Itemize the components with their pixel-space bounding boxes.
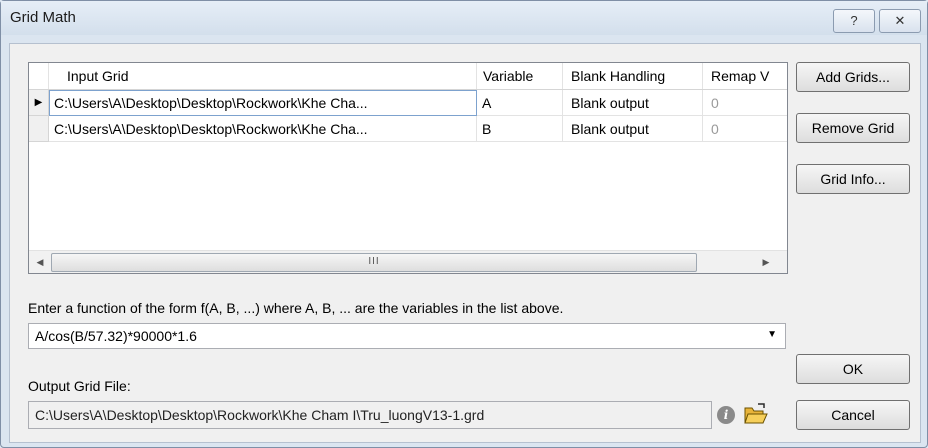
output-grid-file-label: Output Grid File: xyxy=(28,378,131,394)
output-file-field[interactable]: C:\Users\A\Desktop\Desktop\Rockwork\Khe … xyxy=(28,401,712,429)
function-combobox[interactable]: A/cos(B/57.32)*90000*1.6 ▼ xyxy=(28,323,786,349)
column-header-variable[interactable]: Variable xyxy=(477,63,563,89)
close-button[interactable]: ✕ xyxy=(879,9,921,33)
grid-math-dialog: Grid Math ? ✕ Input Grid Variable Blank … xyxy=(0,0,928,448)
column-header-input-grid[interactable]: Input Grid xyxy=(49,63,477,89)
scroll-left-arrow-icon[interactable]: ◀ xyxy=(29,251,51,273)
table-row[interactable]: ▶ C:\Users\A\Desktop\Desktop\Rockwork\Kh… xyxy=(29,90,787,116)
input-grid-cell[interactable]: C:\Users\A\Desktop\Desktop\Rockwork\Khe … xyxy=(49,90,477,116)
table-row[interactable]: C:\Users\A\Desktop\Desktop\Rockwork\Khe … xyxy=(29,116,787,142)
input-grid-cell[interactable]: C:\Users\A\Desktop\Desktop\Rockwork\Khe … xyxy=(49,116,477,142)
grid-info-button[interactable]: Grid Info... xyxy=(796,164,910,194)
info-icon[interactable]: i xyxy=(717,406,735,424)
open-folder-icon[interactable] xyxy=(744,403,768,425)
horizontal-scrollbar[interactable]: ◀ III ▶ xyxy=(29,250,787,273)
remap-cell[interactable]: 0 xyxy=(703,90,787,116)
row-selector[interactable] xyxy=(29,116,49,142)
input-grid-table[interactable]: Input Grid Variable Blank Handling Remap… xyxy=(28,62,788,274)
title-bar: Grid Math ? ✕ xyxy=(1,1,927,35)
remove-grid-button[interactable]: Remove Grid xyxy=(796,113,910,143)
remap-cell[interactable]: 0 xyxy=(703,116,787,142)
help-button[interactable]: ? xyxy=(833,9,875,33)
ok-button[interactable]: OK xyxy=(796,354,910,384)
function-input[interactable]: A/cos(B/57.32)*90000*1.6 xyxy=(35,328,197,344)
variable-cell[interactable]: B xyxy=(477,116,563,142)
column-header-remap[interactable]: Remap V xyxy=(703,63,787,89)
dialog-body: Input Grid Variable Blank Handling Remap… xyxy=(9,43,921,443)
window-title: Grid Math xyxy=(10,9,76,26)
blank-handling-cell[interactable]: Blank output xyxy=(563,90,703,116)
column-header-blank-handling[interactable]: Blank Handling xyxy=(563,63,703,89)
scroll-right-arrow-icon[interactable]: ▶ xyxy=(755,251,777,273)
blank-handling-cell[interactable]: Blank output xyxy=(563,116,703,142)
variable-cell[interactable]: A xyxy=(477,90,563,116)
current-row-indicator-icon: ▶ xyxy=(29,90,49,116)
function-prompt-label: Enter a function of the form f(A, B, ...… xyxy=(28,300,564,316)
add-grids-button[interactable]: Add Grids... xyxy=(796,62,910,92)
output-file-path[interactable]: C:\Users\A\Desktop\Desktop\Rockwork\Khe … xyxy=(35,407,484,423)
scrollbar-thumb[interactable]: III xyxy=(51,253,697,272)
cancel-button[interactable]: Cancel xyxy=(796,400,910,430)
dropdown-arrow-icon[interactable]: ▼ xyxy=(767,329,777,340)
table-header: Input Grid Variable Blank Handling Remap… xyxy=(29,63,787,90)
row-selector-header xyxy=(29,63,49,89)
